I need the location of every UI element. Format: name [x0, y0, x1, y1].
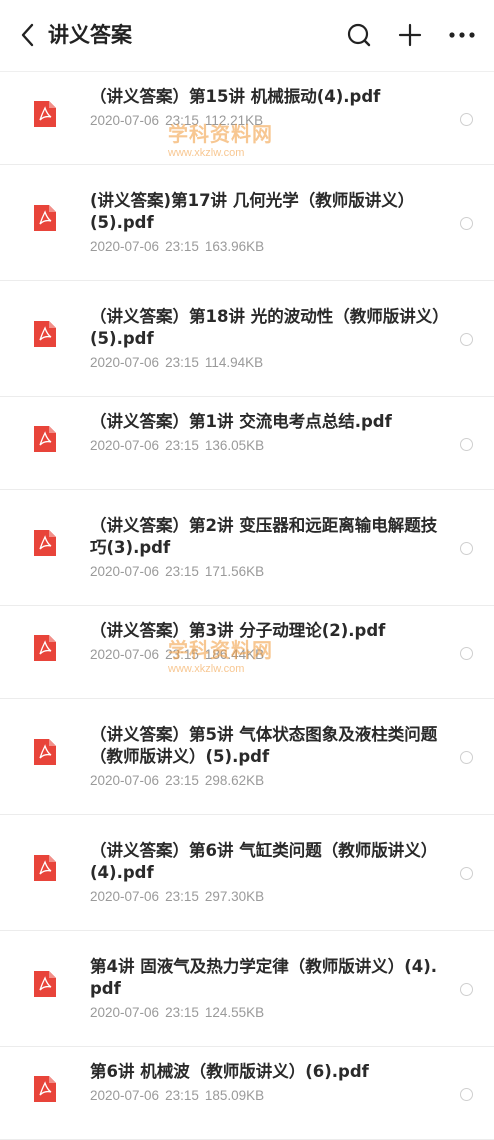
add-icon[interactable]	[395, 20, 425, 50]
file-row[interactable]: （讲义答案）第1讲 交流电考点总结.pdf 2020-07-06 23:15 136.…	[0, 397, 494, 490]
file-date: 2020-07-06	[90, 113, 160, 128]
file-size: 114.94KB	[204, 355, 264, 370]
file-row[interactable]: (讲义答案)第17讲 几何光学（教师版讲义）(5).pdf 2020-07-06 2…	[0, 165, 494, 281]
file-time: 23:15	[165, 564, 199, 579]
pdf-file-icon	[32, 99, 58, 129]
file-time: 23:15	[165, 355, 199, 370]
pdf-file-icon	[32, 969, 58, 999]
file-info: （讲义答案）第3讲 分子动理论(2).pdf 2020-07-06 23:15 186…	[90, 620, 442, 664]
file-time: 23:15	[165, 889, 199, 904]
page-title: 讲义答案	[48, 23, 132, 47]
file-date: 2020-07-06	[90, 1088, 160, 1103]
file-time: 23:15	[165, 113, 199, 128]
pdf-file-icon	[32, 203, 58, 233]
file-time: 23:15	[165, 239, 199, 254]
file-name: （讲义答案）第2讲 变压器和远距离输电解题技巧(3).pdf	[90, 516, 438, 557]
file-name: （讲义答案）第1讲 交流电考点总结.pdf	[90, 412, 392, 431]
more-icon[interactable]	[447, 20, 477, 50]
file-name: （讲义答案）第18讲 光的波动性（教师版讲义）(5).pdf	[90, 307, 441, 348]
file-info: （讲义答案）第18讲 光的波动性（教师版讲义）(5).pdf 2020-07-06…	[90, 306, 442, 372]
file-meta: 2020-07-06 23:15 112.21KB	[90, 112, 442, 130]
file-info: (讲义答案)第17讲 几何光学（教师版讲义）(5).pdf 2020-07-06 2…	[90, 190, 442, 256]
select-radio[interactable]	[460, 217, 473, 230]
file-time: 23:15	[165, 438, 199, 453]
file-info: 第4讲 固液气及热力学定律（教师版讲义）(4).pdf 2020-07-06 23:…	[90, 956, 442, 1022]
file-time: 23:15	[165, 773, 199, 788]
file-info: （讲义答案）第15讲 机械振动(4).pdf 2020-07-06 23:15 112…	[90, 86, 442, 130]
pdf-file-icon	[32, 1074, 58, 1104]
file-date: 2020-07-06	[90, 438, 160, 453]
file-meta: 2020-07-06 23:15 298.62KB	[90, 772, 442, 790]
file-date: 2020-07-06	[90, 564, 160, 579]
file-meta: 2020-07-06 23:15 163.96KB	[90, 238, 442, 256]
file-size: 297.30KB	[204, 889, 265, 904]
select-radio[interactable]	[460, 751, 473, 764]
file-date: 2020-07-06	[90, 773, 160, 788]
file-meta: 2020-07-06 23:15 124.55KB	[90, 1004, 442, 1022]
file-name: 第4讲 固液气及热力学定律（教师版讲义）(4).pdf	[90, 957, 438, 998]
file-name: 第6讲 机械波（教师版讲义）(6).pdf	[90, 1062, 369, 1081]
select-radio[interactable]	[460, 647, 473, 660]
file-date: 2020-07-06	[90, 1005, 160, 1020]
file-name: （讲义答案）第3讲 分子动理论(2).pdf	[90, 621, 386, 640]
file-time: 23:15	[165, 647, 199, 662]
file-row[interactable]: （讲义答案）第6讲 气缸类问题（教师版讲义）(4).pdf 2020-07-06 2…	[0, 815, 494, 931]
select-radio[interactable]	[460, 867, 473, 880]
file-row[interactable]: （讲义答案）第5讲 气体状态图象及液柱类问题（教师版讲义）(5).pdf 2020…	[0, 699, 494, 815]
file-info: （讲义答案）第6讲 气缸类问题（教师版讲义）(4).pdf 2020-07-06 2…	[90, 840, 442, 906]
search-icon[interactable]	[344, 20, 374, 50]
file-size: 163.96KB	[204, 239, 265, 254]
file-info: （讲义答案）第5讲 气体状态图象及液柱类问题（教师版讲义）(5).pdf 2020…	[90, 724, 442, 790]
select-radio[interactable]	[460, 1088, 473, 1101]
pdf-file-icon	[32, 424, 58, 454]
file-meta: 2020-07-06 23:15 186.44KB	[90, 646, 442, 664]
file-size: 185.09KB	[204, 1088, 265, 1103]
file-name: （讲义答案）第15讲 机械振动(4).pdf	[90, 87, 381, 106]
pdf-file-icon	[32, 853, 58, 883]
file-meta: 2020-07-06 23:15 171.56KB	[90, 563, 442, 581]
file-size: 112.21KB	[204, 113, 264, 128]
pdf-file-icon	[32, 319, 58, 349]
pdf-file-icon	[32, 633, 58, 663]
pdf-file-icon	[32, 737, 58, 767]
file-row[interactable]: （讲义答案）第3讲 分子动理论(2).pdf 2020-07-06 23:15 186…	[0, 606, 494, 699]
file-name: （讲义答案）第5讲 气体状态图象及液柱类问题（教师版讲义）(5).pdf	[90, 725, 438, 766]
file-info: 第6讲 机械波（教师版讲义）(6).pdf 2020-07-06 23:15 185.…	[90, 1061, 442, 1105]
select-radio[interactable]	[460, 438, 473, 451]
file-date: 2020-07-06	[90, 647, 160, 662]
file-meta: 2020-07-06 23:15 114.94KB	[90, 354, 442, 372]
file-size: 186.44KB	[204, 647, 265, 662]
file-row[interactable]: （讲义答案）第15讲 机械振动(4).pdf 2020-07-06 23:15 112…	[0, 72, 494, 165]
file-meta: 2020-07-06 23:15 185.09KB	[90, 1087, 442, 1105]
back-icon[interactable]	[14, 20, 40, 50]
app-header: 讲义答案	[0, 0, 494, 72]
file-size: 171.56KB	[204, 564, 265, 579]
select-radio[interactable]	[460, 542, 473, 555]
file-size: 124.55KB	[204, 1005, 265, 1020]
file-name: （讲义答案）第6讲 气缸类问题（教师版讲义）(4).pdf	[90, 841, 438, 882]
file-row[interactable]: 第4讲 固液气及热力学定律（教师版讲义）(4).pdf 2020-07-06 23:…	[0, 931, 494, 1047]
file-date: 2020-07-06	[90, 355, 160, 370]
select-radio[interactable]	[460, 983, 473, 996]
file-size: 298.62KB	[204, 773, 265, 788]
file-time: 23:15	[165, 1005, 199, 1020]
file-time: 23:15	[165, 1088, 199, 1103]
file-row[interactable]: （讲义答案）第18讲 光的波动性（教师版讲义）(5).pdf 2020-07-06…	[0, 281, 494, 397]
file-meta: 2020-07-06 23:15 136.05KB	[90, 437, 442, 455]
file-name: (讲义答案)第17讲 几何光学（教师版讲义）(5).pdf	[90, 191, 415, 232]
file-size: 136.05KB	[204, 438, 265, 453]
file-info: （讲义答案）第2讲 变压器和远距离输电解题技巧(3).pdf 2020-07-06…	[90, 515, 442, 581]
file-list: （讲义答案）第15讲 机械振动(4).pdf 2020-07-06 23:15 112…	[0, 72, 494, 1140]
file-date: 2020-07-06	[90, 239, 160, 254]
file-meta: 2020-07-06 23:15 297.30KB	[90, 888, 442, 906]
file-info: （讲义答案）第1讲 交流电考点总结.pdf 2020-07-06 23:15 136.…	[90, 411, 442, 455]
file-row[interactable]: （讲义答案）第2讲 变压器和远距离输电解题技巧(3).pdf 2020-07-06…	[0, 490, 494, 606]
select-radio[interactable]	[460, 333, 473, 346]
select-radio[interactable]	[460, 113, 473, 126]
file-row[interactable]: 第6讲 机械波（教师版讲义）(6).pdf 2020-07-06 23:15 185.…	[0, 1047, 494, 1140]
pdf-file-icon	[32, 528, 58, 558]
file-date: 2020-07-06	[90, 889, 160, 904]
